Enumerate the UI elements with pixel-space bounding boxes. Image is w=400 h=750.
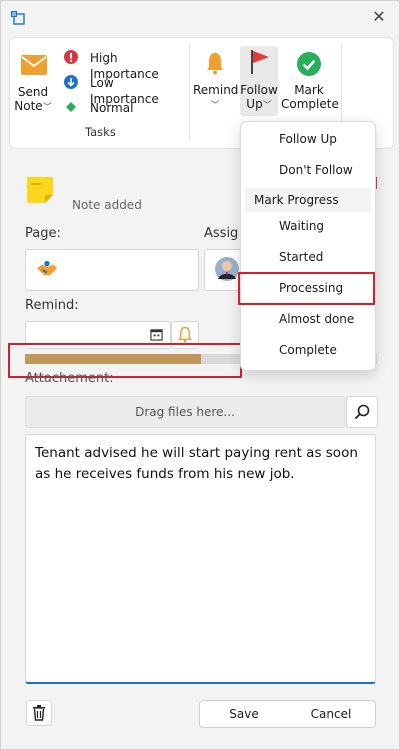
- check-circle-icon: [297, 52, 321, 76]
- send-note-line2: Note: [14, 99, 43, 113]
- chevron-down-icon: ﹀: [42, 103, 52, 113]
- send-note-label: Send Note﹀: [13, 85, 53, 115]
- ribbon-separator: [189, 43, 190, 141]
- exclamation-icon: [64, 50, 78, 64]
- menu-item-follow-up[interactable]: Follow Up: [241, 124, 375, 154]
- trash-icon: [33, 705, 45, 721]
- processing-highlight-box: [238, 272, 375, 305]
- high-importance-button[interactable]: High Importance: [63, 49, 183, 81]
- menu-item-waiting[interactable]: Waiting: [241, 211, 375, 241]
- mark-complete-button[interactable]: Mark Complete: [281, 49, 339, 113]
- diamond-icon: [66, 102, 76, 112]
- drag-files-area[interactable]: Drag files here...: [25, 396, 345, 428]
- chevron-down-icon: ﹀: [210, 101, 220, 111]
- follow-up-label: Follow Up﹀: [240, 83, 278, 113]
- app-icon: [11, 11, 25, 25]
- normal-importance-button[interactable]: Normal: [63, 99, 183, 117]
- cancel-button[interactable]: Cancel: [287, 700, 376, 728]
- delete-button[interactable]: [26, 700, 52, 726]
- avatar: [215, 257, 239, 281]
- menu-header-mark-progress: Mark Progress: [245, 188, 371, 212]
- mark-complete-label: Mark Complete: [281, 83, 339, 111]
- send-note-button[interactable]: Send Note﹀: [13, 49, 53, 119]
- mark-complete-line1: Mark: [294, 83, 324, 97]
- remind-field-label: Remind:: [25, 298, 79, 313]
- note-body-text: Tenant advised he will start paying rent…: [35, 445, 358, 482]
- bell-icon: [207, 53, 223, 75]
- close-icon[interactable]: ✕: [369, 7, 389, 27]
- menu-item-complete[interactable]: Complete: [241, 335, 375, 365]
- drag-files-placeholder: Drag files here...: [135, 405, 235, 419]
- follow-up-menu: Follow Up Don't Follow Mark Progress Wai…: [240, 121, 376, 371]
- attachment-label: Attachement:: [25, 371, 114, 386]
- chevron-down-icon: ﹀: [262, 101, 272, 111]
- follow-up-button[interactable]: Follow Up﹀: [240, 46, 278, 116]
- browse-files-button[interactable]: [346, 396, 378, 428]
- page-label: Page:: [25, 226, 61, 241]
- note-status: Note added: [72, 198, 142, 212]
- arrow-down-icon: [64, 75, 78, 89]
- mark-complete-line2: Complete: [281, 97, 339, 111]
- menu-item-started[interactable]: Started: [241, 242, 375, 272]
- note-body-textarea[interactable]: Tenant advised he will start paying rent…: [25, 434, 376, 684]
- follow-up-line1: Follow: [240, 83, 278, 97]
- note-window: ✕ Send Note﹀ High Importance Low Importa…: [0, 0, 400, 750]
- remind-text: Remind: [193, 83, 239, 97]
- bell-icon: [178, 326, 192, 343]
- remind-label: Remind ﹀: [193, 83, 239, 113]
- send-note-line1: Send: [17, 85, 49, 99]
- sticky-note-icon: [27, 177, 53, 203]
- follow-up-line2: Up: [246, 97, 263, 111]
- handshake-icon: [37, 260, 57, 276]
- assigned-label: Assig: [204, 226, 239, 241]
- low-importance-button[interactable]: Low Importance: [63, 74, 183, 106]
- menu-item-dont-follow[interactable]: Don't Follow: [241, 155, 375, 185]
- page-selector[interactable]: [25, 249, 199, 291]
- tasks-group-title: Tasks: [85, 125, 116, 139]
- calendar-icon[interactable]: [150, 328, 163, 341]
- remind-button[interactable]: Remind ﹀: [193, 49, 239, 113]
- normal-label: Normal: [90, 101, 134, 115]
- envelope-icon: [21, 55, 47, 75]
- save-button[interactable]: Save: [199, 700, 289, 728]
- flag-icon: [251, 50, 269, 74]
- menu-item-almost-done[interactable]: Almost done: [241, 304, 375, 334]
- search-icon: [354, 404, 370, 420]
